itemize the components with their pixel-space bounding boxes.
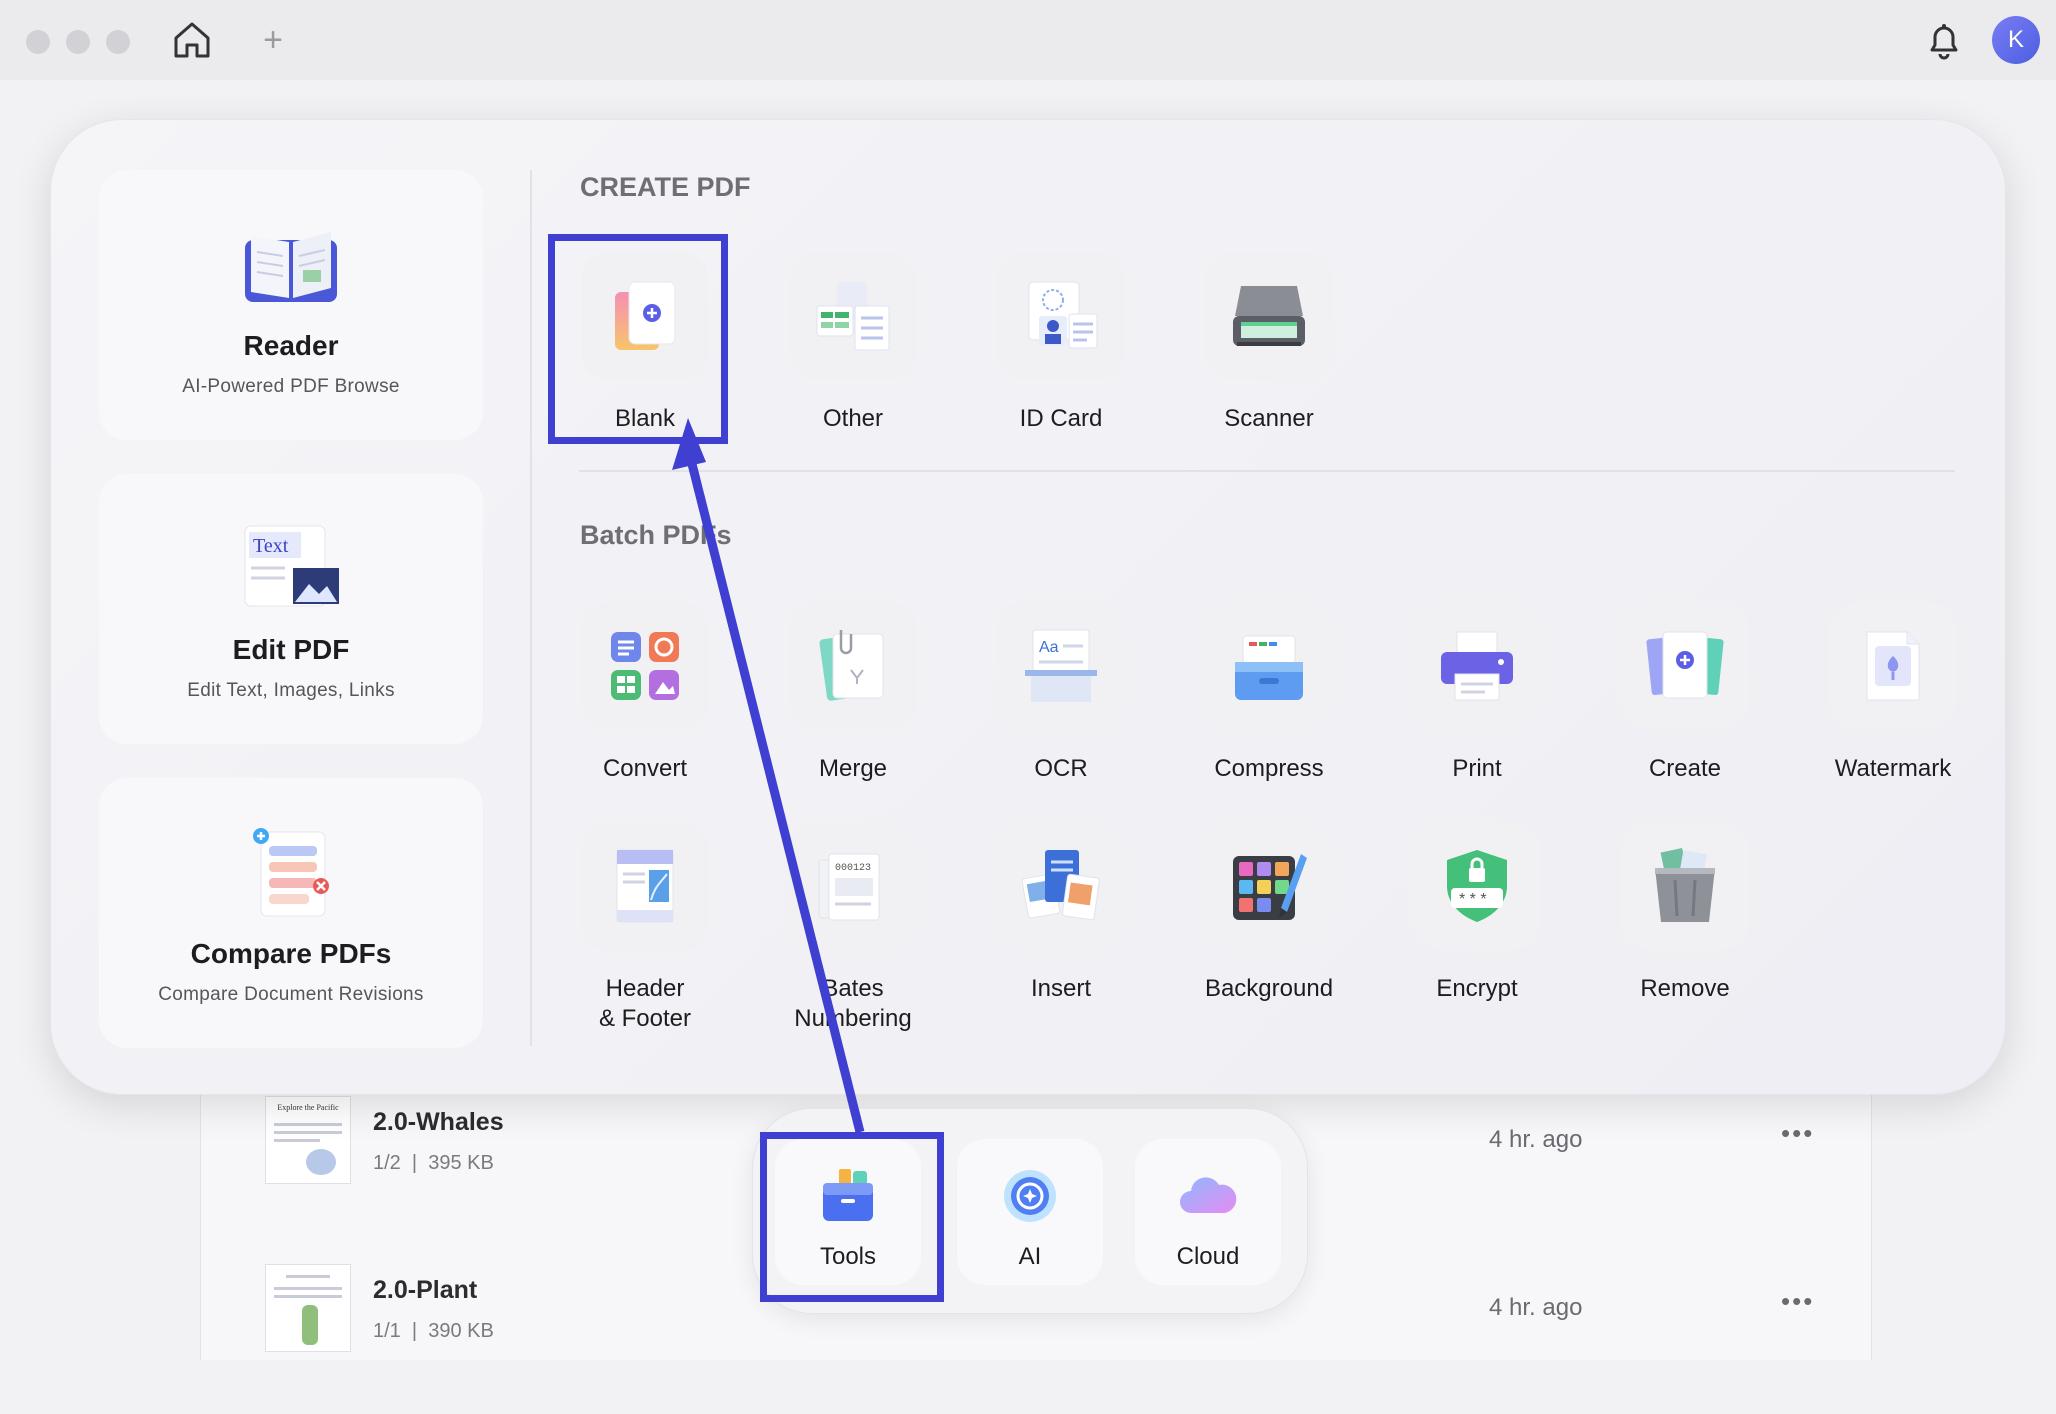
annotation-arrow [672, 418, 865, 1134]
